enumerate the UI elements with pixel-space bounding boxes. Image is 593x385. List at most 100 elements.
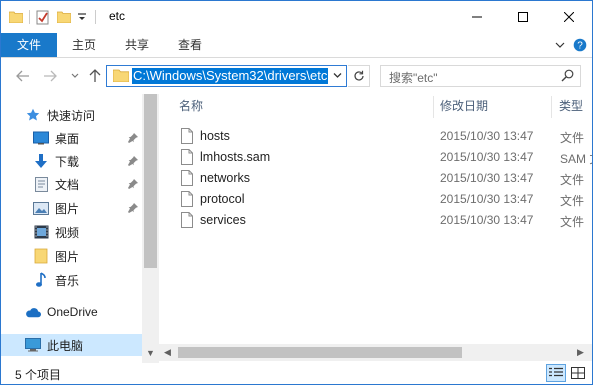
svg-text:?: ?	[577, 41, 583, 52]
sidebar-item-label: 图片	[55, 249, 80, 264]
expand-ribbon-chevron-icon[interactable]	[552, 37, 568, 53]
quick-access-toolbar	[7, 8, 100, 26]
sidebar-scrollbar[interactable]: ▼	[142, 94, 159, 364]
horizontal-scroll-thumb[interactable]	[178, 347, 462, 358]
tab-file[interactable]: 文件	[1, 33, 57, 57]
video-icon	[33, 224, 49, 240]
tab-home[interactable]: 主页	[60, 33, 108, 57]
file-date: 2015/10/30 13:47	[440, 150, 534, 164]
file-date: 2015/10/30 13:47	[440, 129, 534, 143]
picture-icon	[33, 200, 49, 216]
file-date: 2015/10/30 13:47	[440, 171, 534, 185]
tab-share[interactable]: 共享	[113, 33, 161, 57]
address-text[interactable]: C:\Windows\System32\drivers\etc	[132, 68, 328, 84]
sidebar-item-label: 图片	[55, 201, 80, 216]
sidebar-item-music[interactable]: 音乐	[1, 269, 142, 291]
new-folder-icon[interactable]	[55, 8, 73, 26]
sidebar-item-pictures-folder[interactable]: 图片	[1, 245, 142, 267]
file-name: services	[200, 213, 246, 227]
file-name: hosts	[200, 129, 230, 143]
column-header-name[interactable]: 名称	[179, 94, 203, 118]
details-view-icon	[549, 367, 563, 377]
customize-toolbar-chevron-icon[interactable]	[73, 8, 91, 26]
sidebar-item-documents[interactable]: 文档	[1, 173, 142, 195]
file-date: 2015/10/30 13:47	[440, 213, 534, 227]
sidebar-item-pictures-pinned[interactable]: 图片	[1, 197, 142, 219]
minimize-icon	[472, 16, 482, 17]
sidebar-item-label: 音乐	[55, 273, 80, 288]
document-icon	[33, 176, 49, 192]
forward-arrow-icon[interactable]	[42, 68, 58, 84]
desktop-icon	[33, 130, 49, 146]
file-name: lmhosts.sam	[200, 150, 271, 164]
large-icons-view-button[interactable]	[568, 364, 588, 382]
refresh-button[interactable]	[348, 65, 370, 87]
folder-icon	[33, 248, 49, 264]
column-header-date[interactable]: 修改日期	[440, 94, 488, 118]
up-arrow-icon[interactable]	[87, 68, 103, 84]
ribbon-tabs: 文件 主页 共享 查看 ?	[1, 33, 592, 58]
table-row[interactable]: hosts 2015/10/30 13:47 文件	[159, 126, 592, 147]
sidebar-item-onedrive[interactable]: OneDrive	[1, 301, 142, 323]
computer-icon	[25, 337, 41, 353]
navigation-pane: 快速访问 桌面 下载 文档 图片 视频 图片 音乐 OneDrive 此电脑	[1, 94, 159, 364]
cloud-icon	[25, 304, 41, 320]
folder-icon	[7, 8, 25, 26]
sidebar-scroll-thumb[interactable]	[144, 94, 157, 268]
tab-view[interactable]: 查看	[166, 33, 214, 57]
file-icon	[181, 191, 193, 210]
file-name: networks	[200, 171, 251, 185]
sidebar-item-label: 快速访问	[47, 108, 96, 123]
sidebar-item-label: OneDrive	[47, 305, 98, 319]
search-placeholder[interactable]: 搜索"etc"	[389, 69, 438, 86]
scroll-down-arrow-icon[interactable]: ▼	[146, 348, 155, 358]
details-view-button[interactable]	[546, 364, 566, 382]
recent-locations-chevron-icon[interactable]	[67, 68, 83, 84]
sidebar-item-videos[interactable]: 视频	[1, 221, 142, 243]
pin-icon[interactable]	[128, 132, 138, 146]
back-arrow-icon[interactable]	[15, 68, 31, 84]
file-type: SAM 文	[560, 152, 592, 166]
pin-icon[interactable]	[128, 155, 138, 169]
navigation-bar: C:\Windows\System32\drivers\etc 搜索"etc"	[1, 58, 592, 94]
sidebar-item-label: 桌面	[55, 131, 80, 146]
table-row[interactable]: services 2015/10/30 13:47 文件	[159, 210, 592, 231]
scroll-right-arrow-icon[interactable]: ▶	[577, 347, 584, 358]
maximize-button[interactable]	[500, 1, 546, 32]
close-button[interactable]	[546, 1, 592, 32]
file-type: 文件	[560, 173, 585, 187]
file-icon	[181, 128, 193, 147]
sidebar-item-downloads[interactable]: 下载	[1, 150, 142, 172]
properties-icon[interactable]	[34, 8, 52, 26]
music-icon	[33, 272, 49, 288]
pin-icon[interactable]	[128, 178, 138, 192]
sidebar-item-quick-access[interactable]: 快速访问	[1, 104, 142, 126]
table-row[interactable]: protocol 2015/10/30 13:47 文件	[159, 189, 592, 210]
search-icon[interactable]	[561, 69, 574, 85]
pin-icon[interactable]	[128, 202, 138, 216]
maximize-icon	[518, 11, 528, 22]
explorer-window: etc 文件 主页 共享 查看 ? C:\Windows\System32\dr…	[0, 0, 593, 385]
search-box[interactable]: 搜索"etc"	[380, 65, 581, 87]
minimize-button[interactable]	[454, 1, 500, 32]
horizontal-scrollbar[interactable]: ◀ ▶	[159, 344, 592, 361]
column-header-type[interactable]: 类型	[559, 94, 583, 118]
status-bar: 5 个项目	[1, 363, 592, 384]
large-icons-view-icon	[571, 367, 585, 379]
sidebar-item-label: 下载	[55, 154, 80, 169]
close-icon	[564, 11, 574, 22]
sidebar-item-desktop[interactable]: 桌面	[1, 127, 142, 149]
table-row[interactable]: lmhosts.sam 2015/10/30 13:47 SAM 文	[159, 147, 592, 168]
file-type: 文件	[560, 131, 585, 145]
window-title: etc	[109, 9, 126, 23]
file-icon	[181, 212, 193, 231]
scroll-left-arrow-icon[interactable]: ◀	[164, 347, 171, 358]
file-name: protocol	[200, 192, 245, 206]
title-bar: etc	[1, 1, 592, 33]
help-icon[interactable]: ?	[572, 37, 588, 53]
table-row[interactable]: networks 2015/10/30 13:47 文件	[159, 168, 592, 189]
sidebar-item-label: 文档	[55, 177, 80, 192]
address-bar[interactable]: C:\Windows\System32\drivers\etc	[106, 65, 347, 87]
address-dropdown-chevron-icon[interactable]	[332, 70, 343, 84]
sidebar-item-this-pc[interactable]: 此电脑	[1, 334, 142, 356]
